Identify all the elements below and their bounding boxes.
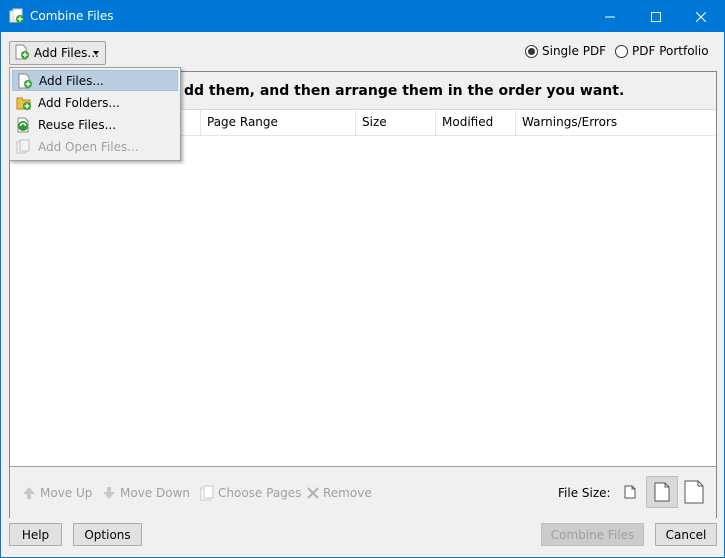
open-files-icon <box>16 139 30 153</box>
arrow-down-icon <box>103 487 115 499</box>
file-size-medium-button[interactable] <box>646 476 678 508</box>
move-down-button[interactable]: Move Down <box>102 483 190 503</box>
choose-pages-label: Choose Pages <box>218 486 302 500</box>
add-file-icon <box>18 73 32 88</box>
column-header-size[interactable]: Size <box>355 110 435 135</box>
menu-item-label: Add Files... <box>39 73 104 88</box>
menu-item-label: Add Folders... <box>38 95 120 110</box>
menu-item-label: Reuse Files... <box>38 117 117 132</box>
pages-icon <box>200 485 214 501</box>
close-button[interactable] <box>678 1 724 32</box>
help-button[interactable]: Help <box>9 523 62 546</box>
close-icon <box>696 11 706 22</box>
add-files-dropdown-button[interactable]: Add Files... <box>9 41 106 65</box>
pdf-portfolio-label: PDF Portfolio <box>632 44 709 58</box>
reuse-files-icon <box>17 117 29 132</box>
bottom-toolbar: Move Up Move Down Choose Pages Remove Fi… <box>10 466 716 518</box>
add-folder-icon <box>16 97 31 110</box>
maximize-button[interactable] <box>633 1 679 32</box>
medium-document-icon <box>654 482 670 502</box>
file-size-label: File Size: <box>558 486 611 500</box>
add-file-icon <box>14 44 30 63</box>
title-bar[interactable]: Combine Files <box>1 1 724 32</box>
file-list[interactable] <box>10 136 716 466</box>
column-header-page-range[interactable]: Page Range <box>200 110 355 135</box>
chevron-down-icon <box>93 51 99 55</box>
remove-label: Remove <box>323 486 372 500</box>
small-document-icon <box>624 485 636 499</box>
move-up-button[interactable]: Move Up <box>22 483 92 503</box>
choose-pages-button[interactable]: Choose Pages <box>200 483 301 503</box>
single-pdf-option[interactable]: Single PDF <box>525 44 606 58</box>
options-button[interactable]: Options <box>73 523 142 546</box>
remove-x-icon <box>307 487 319 499</box>
column-header-warnings[interactable]: Warnings/Errors <box>515 110 716 135</box>
file-size-large-button[interactable] <box>678 476 710 508</box>
add-files-menu: Add Files... Add Folders... Reuse Files.… <box>9 67 181 161</box>
pdf-portfolio-radio[interactable] <box>615 44 628 58</box>
arrow-up-icon <box>23 487 35 499</box>
menu-item-add-folders[interactable]: Add Folders... <box>12 92 178 113</box>
acrobat-combine-icon <box>9 8 25 24</box>
minimize-icon <box>605 16 615 17</box>
remove-button[interactable]: Remove <box>307 483 372 503</box>
single-pdf-label: Single PDF <box>542 44 607 58</box>
menu-item-reuse-files[interactable]: Reuse Files... <box>12 114 178 135</box>
menu-item-label: Add Open Files... <box>38 139 139 154</box>
pdf-portfolio-option[interactable]: PDF Portfolio <box>615 44 709 58</box>
large-document-icon <box>684 480 704 504</box>
file-size-small-button[interactable] <box>614 476 646 508</box>
maximize-icon <box>651 11 661 22</box>
minimize-button[interactable] <box>587 1 633 32</box>
column-header-modified[interactable]: Modified <box>435 110 515 135</box>
menu-item-add-open-files[interactable]: Add Open Files... <box>12 136 178 157</box>
move-down-label: Move Down <box>120 486 190 500</box>
cancel-button[interactable]: Cancel <box>655 523 717 546</box>
combine-files-button[interactable]: Combine Files <box>541 523 644 546</box>
window-title: Combine Files <box>30 9 114 23</box>
menu-item-add-files[interactable]: Add Files... <box>12 70 178 91</box>
move-up-label: Move Up <box>40 486 93 500</box>
combine-files-window: Combine Files Add Files... Single PDF PD… <box>1 1 724 557</box>
add-files-label: Add Files... <box>34 46 99 60</box>
single-pdf-radio[interactable] <box>525 44 538 58</box>
